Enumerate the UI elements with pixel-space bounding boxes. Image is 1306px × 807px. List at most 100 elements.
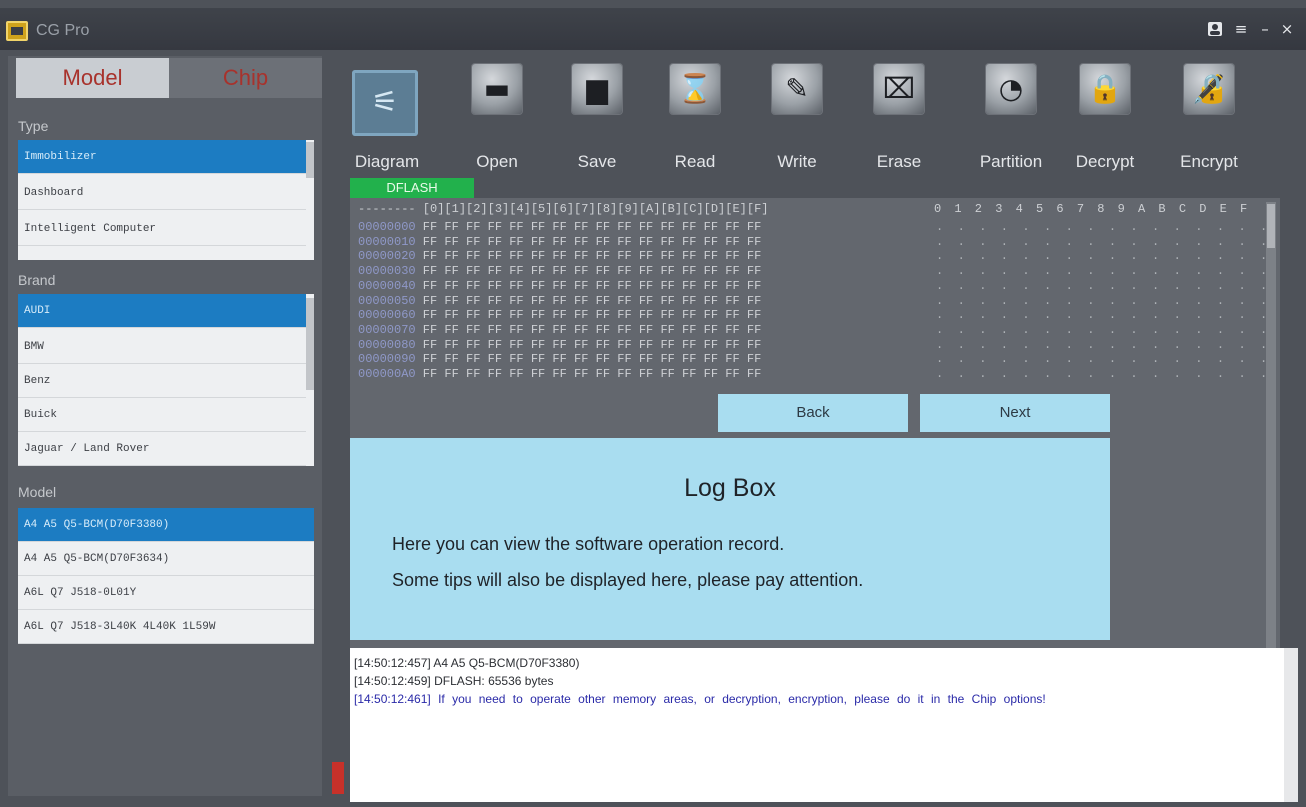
list-item-brand[interactable]: AUDI [18, 294, 306, 328]
type-label: Type [18, 118, 49, 134]
memory-area-tag[interactable]: DFLASH [350, 178, 474, 198]
toolbar-button-save[interactable]: ▆ Save [552, 64, 642, 176]
app-logo-icon [6, 21, 28, 41]
hex-row-address: 00000070 [358, 322, 416, 337]
sidebar-tabs: Model Chip [16, 58, 322, 98]
toolbar-button-partition[interactable]: ◔ Partition [966, 64, 1056, 176]
title-bar: CG Pro ≡ – × [0, 8, 1306, 50]
toolbar-button-encrypt[interactable]: 🔏 Encrypt [1164, 64, 1254, 176]
list-item-type[interactable]: Immobilizer [18, 140, 306, 174]
folder-icon-glyph: ▬ [483, 72, 511, 105]
list-item-brand[interactable]: Buick [18, 398, 306, 432]
tab-chip[interactable]: Chip [169, 58, 322, 98]
ascii-row: . . . . . . . . . . . . . . . . [936, 337, 1268, 352]
hex-row-bytes: FF FF FF FF FF FF FF FF FF FF FF FF FF F… [415, 264, 762, 279]
list-item-brand[interactable]: Jaguar / Land Rover [18, 432, 306, 466]
hex-row-address: 00000090 [358, 352, 416, 367]
minimize-button[interactable]: – [1254, 18, 1276, 40]
ascii-row: . . . . . . . . . . . . . . . . [936, 293, 1268, 308]
ascii-row: . . . . . . . . . . . . . . . . [936, 249, 1268, 264]
hex-row-address: 00000020 [358, 249, 416, 264]
hex-row-address: 00000050 [358, 293, 416, 308]
hex-row-address: 00000010 [358, 234, 416, 249]
toolbar-button-diagram[interactable]: ⚟ Diagram [342, 64, 432, 176]
toolbar-label: Erase [876, 152, 922, 171]
toolbar-button-read[interactable]: ⌛ Read [650, 64, 740, 176]
model-label: Model [18, 484, 57, 500]
list-item-model[interactable]: A6L Q7 J518-0L01Y [18, 576, 314, 610]
back-button[interactable]: Back [718, 394, 908, 432]
status-indicator [332, 762, 344, 794]
hex-row-bytes: FF FF FF FF FF FF FF FF FF FF FF FF FF F… [415, 367, 762, 382]
hex-row-bytes: FF FF FF FF FF FF FF FF FF FF FF FF FF F… [415, 293, 762, 308]
toolbar-button-write[interactable]: ✎ Write [752, 64, 842, 176]
hex-rows: 00000000 FF FF FF FF FF FF FF FF FF FF F… [358, 220, 761, 382]
hex-row: 00000020 FF FF FF FF FF FF FF FF FF FF F… [358, 249, 761, 264]
diagram-icon-glyph: ⚟ [371, 85, 399, 120]
hex-row: 00000090 FF FF FF FF FF FF FF FF FF FF F… [358, 352, 761, 367]
hex-row-address: 000000A0 [358, 367, 416, 382]
log-panel: [14:50:12:457] A4 A5 Q5-BCM(D70F3380) [1… [350, 648, 1298, 802]
hex-row: 00000000 FF FF FF FF FF FF FF FF FF FF F… [358, 220, 761, 235]
ascii-row: . . . . . . . . . . . . . . . . [936, 234, 1268, 249]
ascii-row: . . . . . . . . . . . . . . . . [936, 308, 1268, 323]
toolbar-label: Decrypt [1075, 152, 1135, 171]
hex-row-bytes: FF FF FF FF FF FF FF FF FF FF FF FF FF F… [415, 249, 762, 264]
hex-row: 00000080 FF FF FF FF FF FF FF FF FF FF F… [358, 338, 761, 353]
hourglass-icon: ⌛ [670, 64, 720, 114]
next-button[interactable]: Next [920, 394, 1110, 432]
toolbar-button-erase[interactable]: ⌧ Erase [854, 64, 944, 176]
toolbar-label: Save [577, 152, 617, 171]
list-item-type[interactable]: Intelligent Computer [18, 212, 306, 246]
pencil-icon-glyph: ✎ [785, 72, 809, 105]
floppy-disk-icon-glyph: ▆ [586, 72, 608, 105]
menu-icon[interactable]: ≡ [1230, 18, 1252, 40]
hex-row-address: 00000060 [358, 308, 416, 323]
hex-row: 00000010 FF FF FF FF FF FF FF FF FF FF F… [358, 235, 761, 250]
tab-model[interactable]: Model [16, 58, 169, 98]
brand-list-scrollbar[interactable] [306, 298, 314, 390]
toolbar-label: Write [777, 152, 817, 171]
list-item-brand[interactable]: Benz [18, 364, 306, 398]
hourglass-icon-glyph: ⌛ [677, 72, 713, 105]
list-item-type[interactable]: Dashboard [18, 176, 306, 210]
log-scrollbar[interactable] [1284, 648, 1298, 802]
list-item-brand[interactable]: BMW [18, 330, 306, 364]
hex-row: 00000050 FF FF FF FF FF FF FF FF FF FF F… [358, 294, 761, 309]
list-item-model[interactable]: A4 A5 Q5-BCM(D70F3380) [18, 508, 314, 542]
log-box-title: Log Box [684, 474, 776, 502]
hex-row-address: 00000000 [358, 220, 416, 234]
diagram-icon: ⚟ [352, 70, 418, 136]
toolbar-button-decrypt[interactable]: 🔒 Decrypt [1060, 64, 1150, 176]
close-button[interactable]: × [1276, 18, 1298, 40]
hex-row-bytes: FF FF FF FF FF FF FF FF FF FF FF FF FF F… [415, 337, 762, 352]
type-list: Immobilizer Dashboard Intelligent Comput… [18, 140, 314, 260]
log-box-line: Some tips will also be displayed here, p… [392, 570, 864, 590]
main-panel: ⚟ Diagram ▬ Open ▆ Save ⌛ Read ✎ Write ⌧ Erase ◔ Part… [330, 56, 1306, 807]
hex-row-bytes: FF FF FF FF FF FF FF FF FF FF FF FF FF F… [415, 352, 762, 367]
hex-row-address: 00000080 [358, 337, 416, 352]
eraser-icon: ⌧ [874, 64, 924, 114]
ascii-row: . . . . . . . . . . . . . . . . [936, 278, 1268, 293]
lock-icon: 🔒 [1080, 64, 1130, 114]
log-line: [14:50:12:459] DFLASH: 65536 bytes [354, 674, 554, 688]
toolbar-label: Diagram [354, 152, 420, 171]
log-line: [14:50:12:457] A4 A5 Q5-BCM(D70F3380) [354, 656, 580, 670]
lock-gear-icon-glyph: 🔏 [1191, 72, 1227, 105]
sidebar: Model Chip Type Immobilizer Dashboard In… [8, 56, 322, 796]
hex-row: 00000070 FF FF FF FF FF FF FF FF FF FF F… [358, 323, 761, 338]
app-title: CG Pro [36, 22, 90, 39]
list-item-model[interactable]: A6L Q7 J518-3L40K 4L40K 1L59W [18, 610, 314, 644]
hex-row-address: 00000030 [358, 264, 416, 279]
toolbar-label: Encrypt [1180, 152, 1238, 171]
hex-row-address: 00000040 [358, 278, 416, 293]
list-item-model[interactable]: A4 A5 Q5-BCM(D70F3634) [18, 542, 314, 576]
user-icon[interactable] [1204, 18, 1226, 40]
brand-label: Brand [18, 272, 56, 288]
brand-list: AUDI BMW Benz Buick Jaguar / Land Rover [18, 294, 314, 466]
hex-scrollbar[interactable] [1266, 202, 1276, 672]
hex-row: 000000A0 FF FF FF FF FF FF FF FF FF FF F… [358, 367, 761, 382]
toolbar-button-open[interactable]: ▬ Open [452, 64, 542, 176]
pie-chart-icon: ◔ [986, 64, 1036, 114]
type-list-scrollbar[interactable] [306, 142, 314, 178]
